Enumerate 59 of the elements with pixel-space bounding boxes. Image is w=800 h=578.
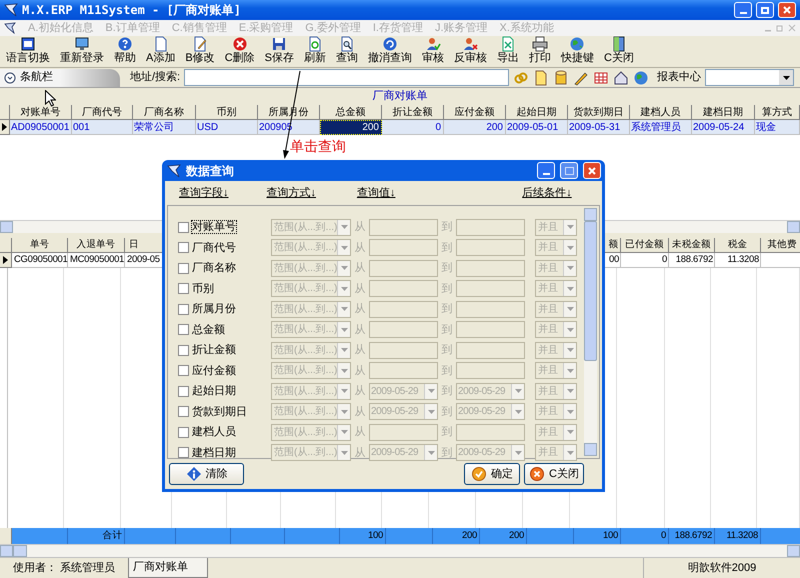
- total-cell-text: 100: [368, 528, 383, 543]
- from-label: 从: [354, 322, 366, 338]
- table-cell-text: MC09050001: [70, 252, 124, 267]
- field-label: 货款到期日: [192, 406, 247, 418]
- dialog-title: 数据查询: [186, 162, 234, 180]
- to-label: 到: [441, 261, 453, 276]
- to-label: 到: [441, 282, 453, 296]
- field-label: 起始日期: [192, 385, 236, 397]
- company-status: 明歆软件2009: [688, 560, 756, 576]
- field-label: 建档日期: [192, 446, 236, 458]
- total-cell-text: 0: [661, 528, 666, 543]
- total-cell-text: 200: [509, 528, 524, 543]
- from-label: 从: [354, 446, 366, 460]
- from-label: 从: [354, 425, 366, 440]
- grid-caption: 厂商对账单: [372, 88, 428, 104]
- from-label: 从: [354, 364, 366, 378]
- field-label: 总金额: [192, 324, 225, 336]
- from-label: 从: [354, 302, 366, 317]
- to-label: 到: [441, 343, 453, 358]
- annotation-text: 单击查询: [290, 139, 346, 155]
- table-cell-text: 00: [609, 252, 619, 267]
- field-label: 对账单号: [192, 221, 236, 233]
- window-title: M.X.ERP M11System - [厂商对账单]: [22, 2, 241, 19]
- from-label: 从: [354, 343, 366, 358]
- to-label: 到: [441, 322, 453, 338]
- user-status: 使用者： 系统管理员: [12, 560, 116, 576]
- to-label: 到: [441, 364, 453, 378]
- to-label: 到: [441, 425, 453, 440]
- to-label: 到: [441, 302, 453, 317]
- from-label: 从: [354, 240, 366, 256]
- total-cell-text: 11.3208: [726, 528, 758, 543]
- table-cell-text: CG09050001: [14, 252, 68, 267]
- total-cell-text: 合计: [102, 528, 122, 543]
- to-label: 到: [441, 404, 453, 420]
- total-cell-text: 188.6792: [674, 528, 712, 543]
- field-label: 厂商代号: [192, 242, 236, 254]
- field-label: 折让金额: [192, 344, 236, 356]
- total-cell-text: 100: [603, 528, 618, 543]
- from-label: 从: [354, 220, 366, 235]
- table-cell-text: 0: [662, 252, 667, 267]
- total-cell-text: 200: [462, 528, 477, 543]
- from-label: 从: [354, 261, 366, 276]
- to-label: 到: [441, 240, 453, 256]
- from-label: 从: [354, 384, 366, 399]
- field-label: 建档人员: [192, 426, 236, 438]
- field-label: 币别: [192, 282, 214, 294]
- table-cell-text: 2009-05: [127, 252, 160, 267]
- from-label: 从: [354, 404, 366, 420]
- report-center-label: 报表中心: [657, 70, 702, 86]
- table-cell-text: 188.6792: [676, 252, 713, 267]
- field-label: 应付金额: [192, 364, 236, 376]
- from-label: 从: [354, 282, 366, 296]
- to-label: 到: [441, 220, 453, 235]
- table-cell-text: 11.3208: [727, 252, 759, 267]
- to-label: 到: [441, 384, 453, 399]
- address-label: 地址/搜索:: [130, 70, 180, 86]
- to-label: 到: [441, 446, 453, 460]
- field-label: 所属月份: [192, 303, 236, 315]
- field-label: 厂商名称: [192, 262, 236, 274]
